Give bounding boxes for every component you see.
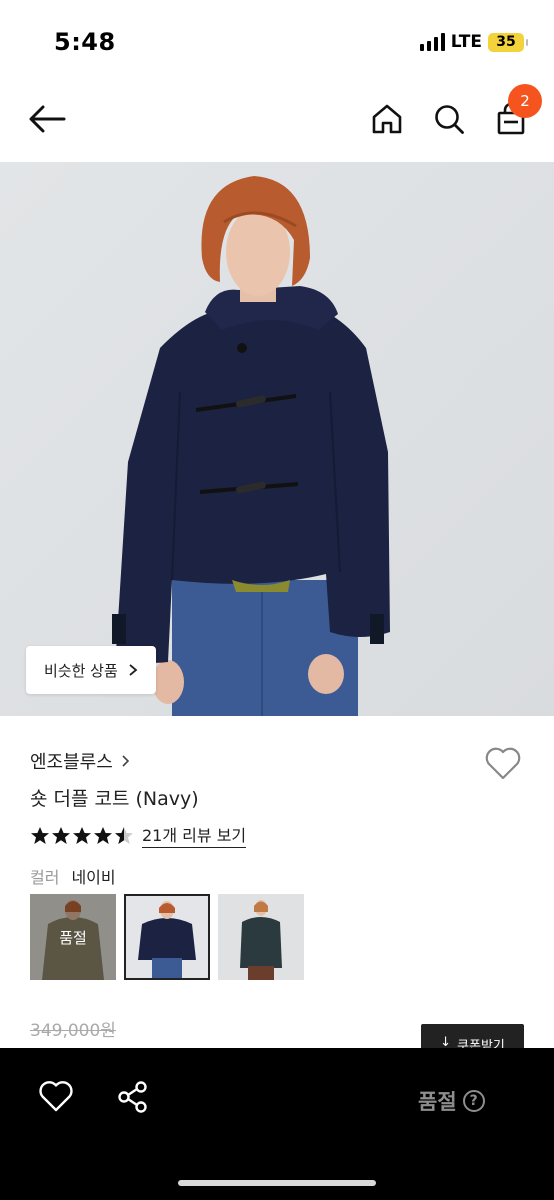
network-label: LTE bbox=[450, 32, 482, 52]
color-swatch-navy[interactable] bbox=[124, 894, 210, 980]
color-label: 컬러 bbox=[30, 868, 60, 887]
color-selector-label: 컬러 네이비 bbox=[30, 864, 116, 888]
battery-level: 35 bbox=[496, 34, 516, 50]
chevron-right-icon bbox=[129, 664, 138, 676]
sold-out-status: 품절 ? bbox=[418, 1086, 485, 1116]
color-swatch-khaki[interactable]: 품절 bbox=[30, 894, 116, 980]
model-photo bbox=[0, 162, 554, 716]
product-title: 숏 더플 코트 (Navy) bbox=[30, 788, 199, 810]
status-bar: 5:48 LTE 35 bbox=[0, 0, 554, 80]
half-star-icon bbox=[115, 826, 133, 844]
share-icon[interactable] bbox=[116, 1080, 150, 1114]
search-icon[interactable] bbox=[428, 98, 470, 140]
sold-out-label: 품절 bbox=[418, 1090, 457, 1114]
wishlist-heart-icon[interactable] bbox=[484, 746, 522, 782]
selected-color: 네이비 bbox=[71, 868, 116, 887]
heart-icon[interactable] bbox=[38, 1080, 74, 1114]
back-arrow-icon[interactable] bbox=[26, 98, 68, 140]
star-icon bbox=[94, 826, 112, 844]
sold-out-tag: 품절 bbox=[30, 894, 116, 980]
star-rating bbox=[30, 826, 134, 845]
review-link[interactable]: 21개 리뷰 보기 bbox=[142, 822, 247, 848]
similar-products-label: 비슷한 상품 bbox=[44, 661, 118, 680]
star-icon bbox=[31, 826, 49, 844]
swatch-thumbnail bbox=[126, 896, 208, 978]
top-navigation bbox=[0, 80, 554, 162]
brand-name: 엔조블루스 bbox=[30, 752, 113, 773]
color-swatch-dark-green[interactable] bbox=[218, 894, 304, 980]
home-indicator[interactable] bbox=[178, 1180, 376, 1186]
star-icon bbox=[73, 826, 91, 844]
chevron-right-icon bbox=[122, 755, 129, 767]
cart-count-badge[interactable]: 2 bbox=[508, 84, 542, 118]
rating-row: 21개 리뷰 보기 bbox=[30, 822, 247, 848]
status-indicators: LTE 35 bbox=[419, 32, 528, 52]
original-price: 349,000원 bbox=[30, 1021, 116, 1041]
product-main-image[interactable]: 비슷한 상품 bbox=[0, 162, 554, 716]
battery-icon: 35 bbox=[488, 32, 528, 52]
brand-link[interactable]: 엔조블루스 bbox=[30, 748, 130, 774]
help-icon[interactable]: ? bbox=[462, 1090, 485, 1112]
signal-strength-icon bbox=[419, 33, 445, 51]
similar-products-button[interactable]: 비슷한 상품 bbox=[26, 646, 156, 694]
star-icon bbox=[52, 826, 70, 844]
swatch-thumbnail bbox=[218, 894, 304, 980]
home-icon[interactable] bbox=[366, 98, 408, 140]
bottom-action-bar: 품절 ? bbox=[0, 1048, 554, 1200]
status-time: 5:48 bbox=[54, 28, 116, 56]
